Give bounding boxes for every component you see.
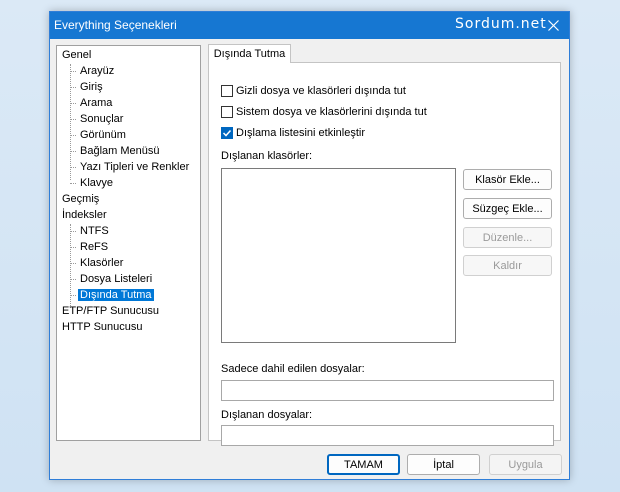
tree-item-label: Arayüz [80,65,115,77]
tree-item-keyboard[interactable]: Klavye [78,175,115,191]
tree-item-label: Arama [80,97,113,109]
tree-item-folders[interactable]: Klasörler [78,255,125,271]
tree-item-label: Yazı Tipleri ve Renkler [80,161,190,173]
excluded-files-input[interactable] [221,425,554,446]
checkbox-box [221,127,233,139]
tree-item-fonts-colors[interactable]: Yazı Tipleri ve Renkler [78,159,191,175]
add-filter-button[interactable]: Süzgeç Ekle... [463,198,552,219]
tree-item-label: Görünüm [80,129,126,141]
tab-page-exclude: Gizli dosya ve klasörleri dışında tut Si… [208,62,561,446]
remove-button[interactable]: Kaldır [463,255,552,276]
tree-item-label: Genel [62,49,92,61]
tree-connector [70,167,76,168]
tree-item-general[interactable]: Genel [62,47,91,63]
tree-item-label: Klasörler [80,257,124,269]
tree-connector [70,247,76,248]
tree-connector [70,295,76,296]
tree-connector [70,71,76,72]
add-folder-button[interactable]: Klasör Ekle... [463,169,552,190]
excluded-folders-list[interactable] [221,168,456,343]
close-button[interactable] [537,12,569,39]
tree-item-label: İndeksler [62,209,107,221]
tree-item-exclude[interactable]: Dışında Tutma [78,287,154,303]
checkbox-box [221,106,233,118]
excluded-folders-label: Dışlanan klasörler: [221,150,313,162]
tree-connector [70,183,76,184]
tree-item-label: HTTP Sunucusu [62,321,143,333]
tree-item-interface[interactable]: Arayüz [78,63,116,79]
tree-item-label: Dışında Tutma [78,289,154,301]
tree-item-ntfs[interactable]: NTFS [78,223,111,239]
tree-item-label: Sonuçlar [80,113,124,125]
tree-item-view[interactable]: Görünüm [78,127,128,143]
checkbox-box [221,85,233,97]
checkbox-label: Sistem dosya ve klasörlerini dışında tut [236,106,427,118]
tree-item-label: ETP/FTP Sunucusu [62,305,160,317]
tree-connector [70,151,76,152]
tree-item-context-menu[interactable]: Bağlam Menüsü [78,143,162,159]
tree-item-refs[interactable]: ReFS [78,239,110,255]
tree-item-label: Geçmiş [62,193,100,205]
exclude-system-checkbox[interactable]: Sistem dosya ve klasörlerini dışında tut [221,105,427,119]
checkbox-label: Gizli dosya ve klasörleri dışında tut [236,85,406,97]
tree-connector [70,87,76,88]
excluded-files-label: Dışlanan dosyalar: [221,409,313,421]
checkmark-icon [222,129,232,137]
tree-connector [70,103,76,104]
tree-item-file-lists[interactable]: Dosya Listeleri [78,271,154,287]
options-dialog: Everything Seçenekleri Sordum.net Genel … [49,11,570,480]
tree-item-label: Dosya Listeleri [80,273,153,285]
tree-item-http-server[interactable]: HTTP Sunucusu [62,319,143,335]
close-icon [547,20,559,31]
tree-connector [70,64,71,180]
window-title: Everything Seçenekleri [54,18,177,32]
checkbox-label: Dışlama listesini etkinleştir [236,127,365,139]
tree-item-history[interactable]: Geçmiş [62,191,99,207]
include-only-files-input[interactable] [221,380,554,401]
exclude-hidden-checkbox[interactable]: Gizli dosya ve klasörleri dışında tut [221,84,406,98]
tree-item-label: NTFS [80,225,109,237]
edit-button[interactable]: Düzenle... [463,227,552,248]
include-only-files-label: Sadece dahil edilen dosyalar: [221,363,365,375]
tree-connector [70,279,76,280]
tree-connector [70,231,76,232]
tree-item-label: Klavye [80,177,114,189]
tree-item-input[interactable]: Giriş [78,79,105,95]
cancel-button[interactable]: İptal [407,454,480,475]
tree-item-results[interactable]: Sonuçlar [78,111,125,127]
tree-connector [70,119,76,120]
tree-item-search[interactable]: Arama [78,95,114,111]
tree-item-label: Giriş [80,81,103,93]
tree-connector [70,263,76,264]
tree-item-ftp-server[interactable]: ETP/FTP Sunucusu [62,303,159,319]
tree-item-indexes[interactable]: İndeksler [62,207,107,223]
settings-tree[interactable]: Genel Arayüz Giriş Arama Sonuçlar Görünü… [56,45,201,441]
tree-item-label: Bağlam Menüsü [80,145,160,157]
title-bar[interactable]: Everything Seçenekleri Sordum.net [50,12,569,39]
tree-connector [70,135,76,136]
tab-exclude[interactable]: Dışında Tutma [208,44,291,63]
ok-button[interactable]: TAMAM [327,454,400,475]
tree-item-label: ReFS [80,241,109,253]
apply-button[interactable]: Uygula [489,454,562,475]
watermark-text: Sordum.net [455,16,547,32]
enable-exclude-list-checkbox[interactable]: Dışlama listesini etkinleştir [221,126,365,140]
